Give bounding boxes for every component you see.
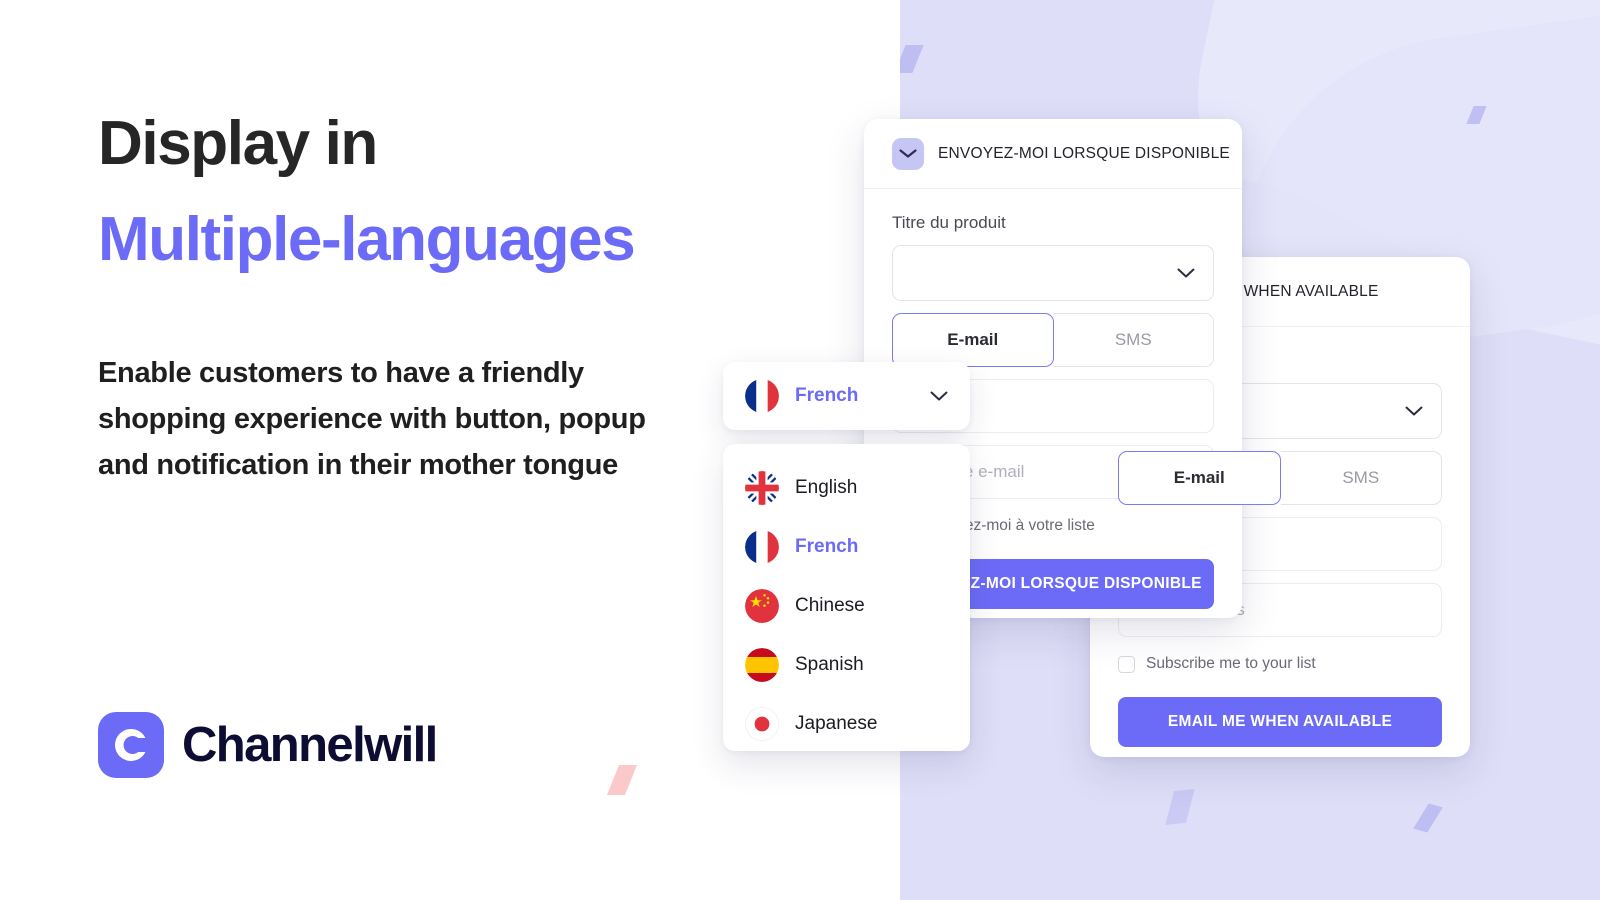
language-option-chinese[interactable]: Chinese	[723, 576, 970, 635]
product-title-select[interactable]	[892, 245, 1214, 301]
language-option-label: French	[795, 535, 859, 557]
brand-wordmark: Channelwill	[182, 718, 438, 772]
language-option-label: English	[795, 476, 858, 498]
decorative-diamond-shape	[1413, 803, 1443, 833]
tab-sms[interactable]: SMS	[1280, 451, 1442, 505]
flag-japan-icon	[745, 706, 779, 741]
language-option-english[interactable]: English	[723, 458, 970, 517]
chevron-down-icon[interactable]	[930, 391, 948, 402]
chevron-down-icon	[1177, 268, 1195, 279]
language-option-label: Chinese	[795, 594, 865, 616]
flag-france-icon	[745, 529, 779, 564]
subscribe-checkbox-label: Subscribe me to your list	[1146, 655, 1316, 672]
chevron-down-icon	[1405, 406, 1423, 417]
tab-email[interactable]: E-mail	[892, 313, 1054, 367]
language-selector-value: French	[795, 385, 859, 406]
hero-description: Enable customers to have a friendly shop…	[98, 356, 646, 482]
product-title-label: Titre du produit	[892, 213, 1006, 232]
flag-france-icon	[745, 379, 779, 413]
decorative-diamond-shape	[1165, 789, 1195, 825]
email-me-when-available-button[interactable]: EMAIL ME WHEN AVAILABLE	[1118, 697, 1442, 747]
language-option-label: Spanish	[795, 653, 864, 675]
hero-content: Display in Multiple-languages Enable cus…	[98, 0, 818, 900]
flag-china-icon	[745, 588, 779, 623]
page-title: Display in Multiple-languages	[98, 98, 818, 286]
subscribe-checkbox[interactable]	[1118, 655, 1135, 673]
card-title: ENVOYEZ-MOI LORSQUE DISPONIBLE	[938, 144, 1230, 162]
decorative-diamond-shape	[900, 45, 924, 73]
language-option-japanese[interactable]: Japanese	[723, 694, 970, 753]
channel-tabs: E-mail SMS	[892, 313, 1214, 367]
language-option-label: Japanese	[795, 712, 878, 734]
headline-line-1: Display in	[98, 109, 378, 178]
flag-uk-icon	[745, 470, 779, 505]
channel-tabs: E-mail SMS	[1118, 451, 1442, 505]
language-dropdown-list: English French Chinese Spanish Japanese	[723, 444, 970, 751]
language-selector[interactable]: French	[723, 362, 970, 430]
headline-line-2: Multiple-languages	[98, 204, 636, 274]
language-option-spanish[interactable]: Spanish	[723, 635, 970, 694]
envelope-icon	[892, 137, 924, 170]
subscribe-checkbox-row[interactable]: Subscribe me to your list	[1118, 655, 1442, 673]
flag-spain-icon	[745, 647, 779, 682]
tab-email[interactable]: E-mail	[1118, 451, 1281, 505]
card-header: ENVOYEZ-MOI LORSQUE DISPONIBLE	[864, 119, 1242, 189]
channelwill-mark-icon	[98, 712, 164, 778]
brand-logo: Channelwill	[98, 712, 438, 778]
tab-sms[interactable]: SMS	[1053, 313, 1214, 367]
language-option-french[interactable]: French	[723, 517, 970, 576]
